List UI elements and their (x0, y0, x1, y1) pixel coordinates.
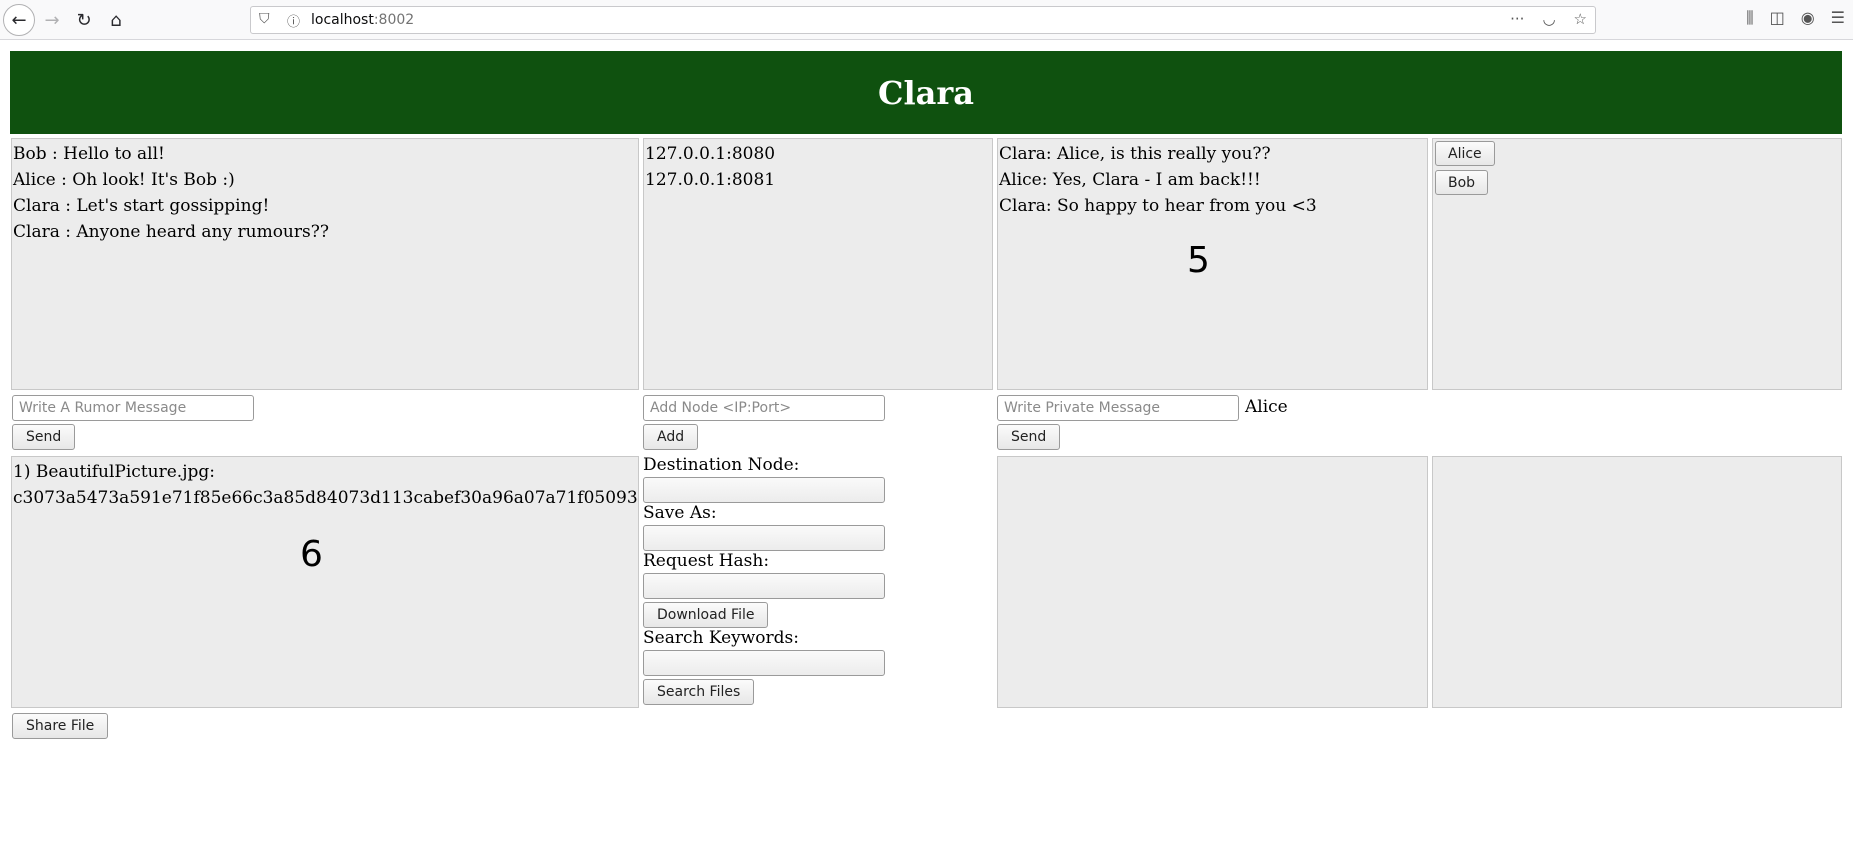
save-as-input[interactable] (643, 525, 885, 551)
rumor-message: Clara : Anyone heard any rumours?? (13, 222, 329, 242)
private-message: Clara: Alice, is this really you?? (999, 144, 1271, 164)
menu-icon[interactable]: ☰ (1831, 8, 1845, 28)
peer-button-bob[interactable]: Bob (1435, 170, 1489, 195)
rumor-message-input[interactable] (12, 395, 254, 421)
private-messages-panel: Clara: Alice, is this really you?? Alice… (997, 138, 1428, 390)
download-file-button[interactable]: Download File (643, 602, 769, 628)
browser-toolbar: ← → ↻ ⌂ ⛉ ⓘ localhost:8002 ··· ◡ ☆ ⫼ ◫ ◉… (0, 0, 1853, 40)
file-entry-hash: c3073a5473a591e71f85e66c3a85d84073d113ca… (13, 488, 639, 508)
share-file-button[interactable]: Share File (12, 713, 109, 739)
rumor-message: Bob : Hello to all! (13, 144, 165, 164)
file-entry-name: 1) BeautifulPicture.jpg: (13, 462, 215, 482)
info-icon[interactable]: ⓘ (287, 11, 300, 30)
annotation-number: 5 (1187, 240, 1210, 281)
annotation-number: 6 (300, 534, 323, 575)
more-actions-icon[interactable]: ··· (1510, 10, 1524, 28)
page-title: Clara (10, 51, 1842, 134)
library-icon[interactable]: ⫼ (1746, 8, 1753, 28)
reload-icon[interactable]: ↻ (68, 4, 100, 36)
back-arrow-icon[interactable]: ← (3, 4, 35, 36)
destination-node-input[interactable] (643, 477, 885, 503)
add-node-button[interactable]: Add (643, 424, 699, 450)
destination-node-label: Destination Node: (643, 455, 800, 475)
private-message: Clara: So happy to hear from you <3 (999, 196, 1317, 216)
url-port: :8002 (373, 12, 415, 28)
rumor-messages-panel: Bob : Hello to all! Alice : Oh look! It'… (11, 138, 639, 390)
rumor-send-button[interactable]: Send (12, 424, 76, 450)
save-as-label: Save As: (643, 503, 717, 523)
rumor-message: Alice : Oh look! It's Bob :) (13, 170, 235, 190)
search-keywords-input[interactable] (643, 650, 885, 676)
node-item: 127.0.0.1:8081 (645, 170, 776, 190)
request-hash-input[interactable] (643, 573, 885, 599)
forward-arrow-icon[interactable]: → (36, 4, 68, 36)
url-host: localhost (311, 12, 374, 28)
shield-icon[interactable]: ⛉ (259, 11, 270, 27)
rumor-message: Clara : Let's start gossipping! (13, 196, 270, 216)
bookmark-star-icon[interactable]: ☆ (1574, 10, 1587, 28)
url-text[interactable]: localhost:8002 (311, 12, 414, 28)
node-item: 127.0.0.1:8080 (645, 144, 776, 164)
request-hash-label: Request Hash: (643, 551, 770, 571)
peers-panel: Alice Bob (1432, 138, 1842, 390)
peer-button-alice[interactable]: Alice (1435, 141, 1495, 166)
account-icon[interactable]: ◉ (1801, 8, 1815, 28)
sidebar-icon[interactable]: ◫ (1770, 8, 1785, 28)
private-send-button[interactable]: Send (997, 424, 1061, 450)
search-files-button[interactable]: Search Files (643, 679, 755, 705)
empty-panel (1432, 456, 1842, 708)
empty-panel (997, 456, 1428, 708)
private-message-input[interactable] (997, 395, 1239, 421)
private-message: Alice: Yes, Clara - I am back!!! (999, 170, 1261, 190)
address-bar[interactable]: ⛉ ⓘ localhost:8002 ··· ◡ ☆ (250, 6, 1596, 34)
home-icon[interactable]: ⌂ (100, 4, 132, 36)
files-panel: 1) BeautifulPicture.jpg: c3073a5473a591e… (11, 456, 639, 708)
search-keywords-label: Search Keywords: (643, 628, 799, 648)
add-node-input[interactable] (643, 395, 885, 421)
nodes-panel: 127.0.0.1:8080 127.0.0.1:8081 (643, 138, 993, 390)
pocket-icon[interactable]: ◡ (1542, 10, 1555, 28)
private-recipient-label: Alice (1245, 397, 1288, 417)
